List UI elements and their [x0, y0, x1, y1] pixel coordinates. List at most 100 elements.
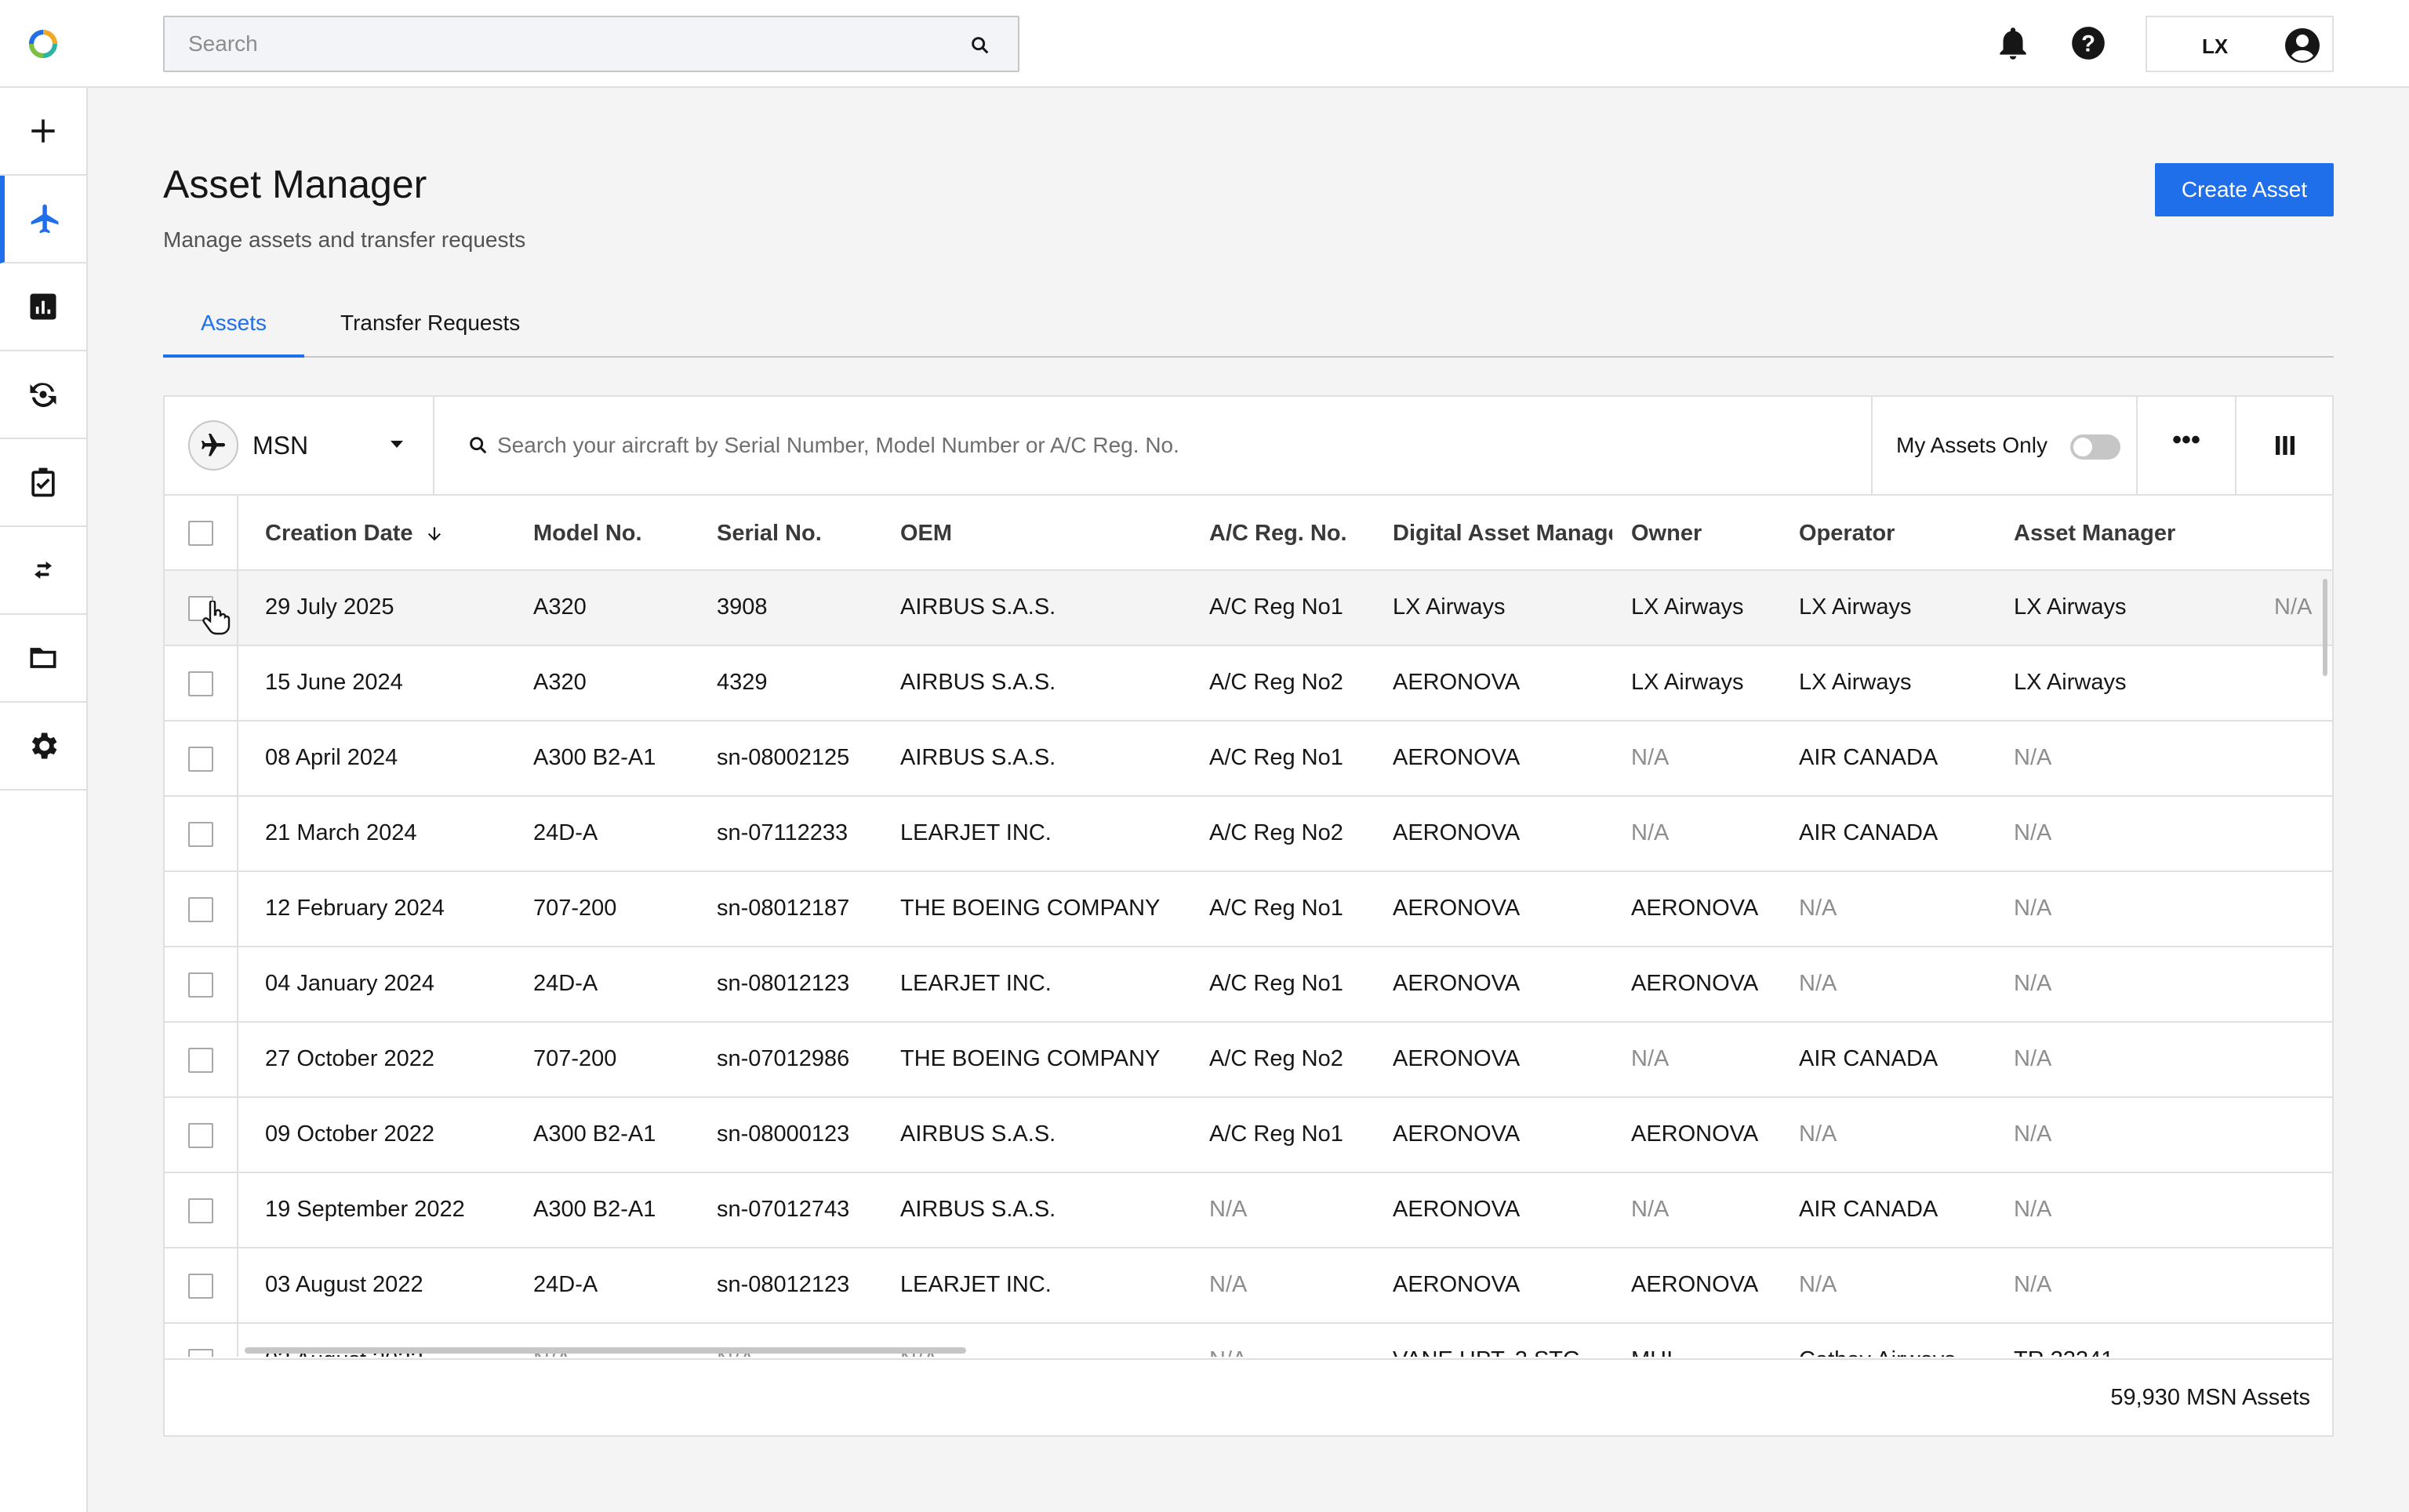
select-all-checkbox[interactable] [188, 521, 213, 546]
table-cell: A300 B2-A1 [533, 1197, 656, 1222]
tab-bar: Assets Transfer Requests [163, 298, 2334, 358]
horizontal-scrollbar[interactable] [245, 1347, 966, 1354]
app-logo-icon[interactable] [24, 27, 63, 61]
asset-search[interactable] [434, 397, 1877, 494]
col-model-no[interactable]: Model No. [533, 521, 706, 547]
table-cell: A/C Reg No1 [1209, 1121, 1343, 1147]
table-row[interactable]: 27 October 2022 707-200 sn-07012986 THE BOE… [165, 1023, 2332, 1098]
create-asset-button[interactable]: Create Asset [2155, 163, 2334, 216]
table-cell: 15 June 2024 [265, 670, 403, 695]
table-cell: 19 September 2022 [265, 1197, 465, 1222]
vertical-scrollbar[interactable] [2323, 579, 2327, 676]
table-cell: N/A [1631, 745, 1670, 770]
global-search[interactable] [163, 16, 1019, 72]
table-cell: sn-08012187 [717, 896, 850, 921]
user-menu[interactable]: LX [2146, 16, 2334, 72]
table-row[interactable]: 03 August 2022 24D-A sn-08012123 LEARJET IN… [165, 1248, 2332, 1324]
table-row[interactable]: 29 July 2025 A320 3908 AIRBUS S.A.S. A/C Reg… [165, 571, 2332, 646]
nav-transfers[interactable] [0, 527, 86, 615]
nav-settings[interactable] [0, 703, 86, 791]
table-cell: 24D-A [533, 971, 598, 996]
table-toolbar: MSN My Assets Only ••• [165, 397, 2332, 496]
row-checkbox[interactable] [188, 1274, 213, 1299]
table-cell: A/C Reg No1 [1209, 971, 1343, 996]
tab-assets[interactable]: Assets [163, 298, 304, 358]
row-select-cell [165, 1248, 238, 1322]
row-checkbox[interactable] [188, 897, 213, 922]
col-operator[interactable]: Operator [1799, 521, 2003, 547]
table-row[interactable]: 04 January 2024 24D-A sn-08012123 LEARJET I… [165, 947, 2332, 1023]
table-cell: N/A [1799, 971, 1837, 996]
row-checkbox[interactable] [188, 972, 213, 998]
table-cell: AERONOVA [1393, 820, 1521, 845]
row-checkbox[interactable] [188, 822, 213, 847]
table-cell: AIRBUS S.A.S. [900, 1121, 1056, 1147]
col-serial-no[interactable]: Serial No. [717, 521, 889, 547]
row-checkbox[interactable] [188, 1198, 213, 1223]
table-cell: AERONOVA [1393, 1197, 1521, 1222]
table-cell: LX Airways [2014, 594, 2127, 620]
table-cell: Cathay Airways [1799, 1347, 2003, 1357]
toggle-knob [2073, 438, 2092, 456]
row-checkbox[interactable] [188, 747, 213, 772]
table-cell: N/A [1799, 896, 1837, 921]
col-creation-date[interactable]: Creation Date [265, 521, 445, 547]
table-cell: sn-08012123 [717, 971, 850, 996]
table-row[interactable]: 19 September 2022 A300 B2-A1 sn-07012743 AI… [165, 1173, 2332, 1248]
table-cell: AERONOVA [1393, 745, 1521, 770]
table-cell: AERONOVA [1631, 971, 1759, 996]
user-initials: LX [2202, 35, 2229, 58]
global-search-input[interactable] [165, 17, 1018, 71]
table-cell: sn-08000123 [717, 1121, 850, 1147]
table-cell: A320 [533, 670, 587, 695]
table-cell: N/A [2014, 971, 2052, 996]
table-row[interactable]: 21 March 2024 24D-A sn-07112233 LEARJET INC… [165, 797, 2332, 872]
table-row[interactable]: 09 October 2022 A300 B2-A1 sn-08000123 AIRB… [165, 1098, 2332, 1173]
columns-button[interactable] [2235, 397, 2332, 494]
table-row[interactable]: 12 February 2024 707-200 sn-08012187 THE BO… [165, 872, 2332, 947]
table-cell: VANE HPT, 2 STG [1393, 1347, 1620, 1357]
row-checkbox[interactable] [188, 1349, 213, 1357]
help-icon[interactable]: ? [2069, 24, 2108, 63]
row-checkbox[interactable] [188, 671, 213, 696]
table-cell: AIRBUS S.A.S. [900, 594, 1056, 620]
row-checkbox[interactable] [188, 1048, 213, 1073]
more-options-button[interactable]: ••• [2136, 397, 2235, 494]
table-row[interactable]: 15 June 2024 A320 4329 AIRBUS S.A.S. A/C Reg… [165, 646, 2332, 721]
tab-transfer-requests[interactable]: Transfer Requests [340, 298, 520, 358]
col-ac-reg-no[interactable]: A/C Reg. No. [1209, 521, 1382, 547]
table-cell: A/C Reg No2 [1209, 1046, 1343, 1071]
row-checkbox[interactable] [188, 1123, 213, 1148]
bell-icon[interactable] [1993, 24, 2033, 63]
plane-icon [202, 434, 225, 456]
clipboard-check-icon [31, 467, 55, 497]
nav-assets[interactable] [0, 176, 86, 264]
table-cell: A/C Reg No1 [1209, 594, 1343, 620]
table-row[interactable]: 08 April 2024 A300 B2-A1 sn-08002125 AIRBUS… [165, 721, 2332, 797]
asset-search-input[interactable] [497, 420, 1830, 471]
asset-count: 59,930 MSN Assets [2110, 1385, 2310, 1410]
table-cell: N/A [2014, 1272, 2052, 1297]
table-cell: 08 April 2024 [265, 745, 398, 770]
search-icon[interactable] [969, 35, 991, 56]
col-asset-manager[interactable]: Asset Manager [2014, 521, 2249, 547]
my-assets-toggle[interactable] [2070, 434, 2120, 460]
nav-sync[interactable] [0, 351, 86, 439]
nav-create[interactable] [0, 88, 86, 176]
plus-icon [31, 119, 55, 143]
nav-documents[interactable] [0, 615, 86, 703]
nav-reports[interactable] [0, 264, 86, 351]
col-owner[interactable]: Owner [1631, 521, 1788, 547]
asset-type-dropdown[interactable]: MSN [165, 397, 434, 494]
nav-tasks[interactable] [0, 439, 86, 527]
table-cell: LX Airways [1631, 594, 1744, 620]
table-header: Creation Date Model No. Serial No. OEM A… [165, 496, 2332, 571]
table-cell: N/A [1631, 1046, 1670, 1071]
table-cell: AERONOVA [1393, 896, 1521, 921]
table-cell: N/A [1209, 1272, 1248, 1297]
col-digital-asset-manager[interactable]: Digital Asset Manager [1393, 521, 1612, 547]
col-oem[interactable]: OEM [900, 521, 1198, 547]
my-assets-filter: My Assets Only [1871, 397, 2138, 494]
table-cell: sn-07112233 [717, 820, 848, 845]
select-all-cell [165, 496, 238, 569]
